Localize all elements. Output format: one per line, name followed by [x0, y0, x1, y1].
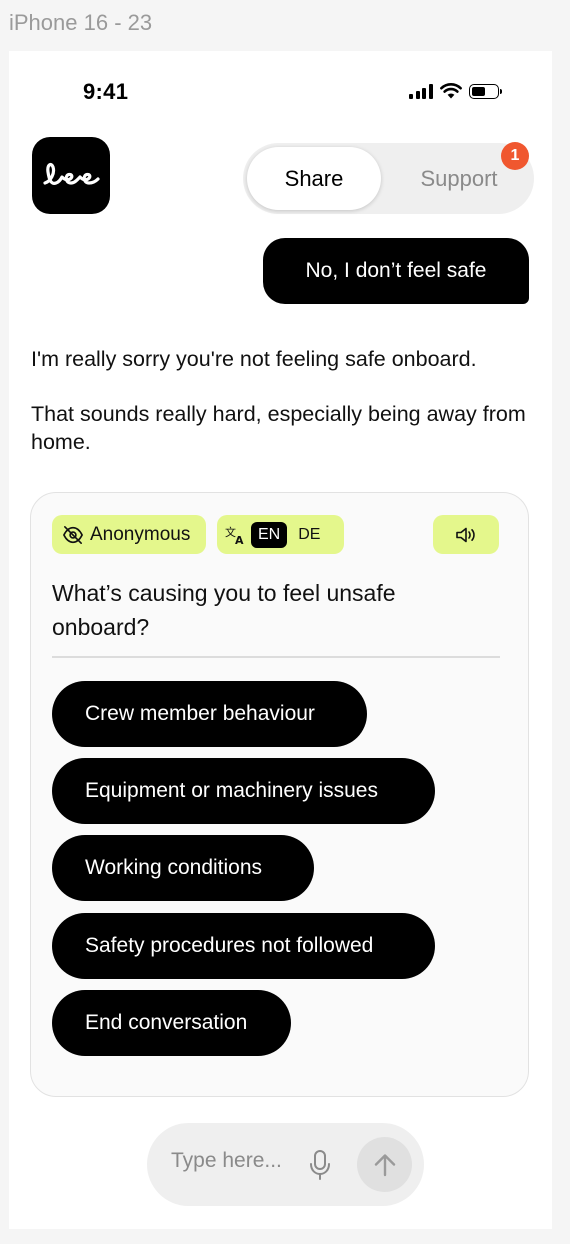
send-button[interactable]: [357, 1137, 412, 1192]
language-switcher: 文 A EN DE: [217, 515, 344, 554]
tab-switcher: Share Support 1: [243, 142, 534, 214]
message-input[interactable]: [171, 1149, 301, 1173]
question-card: Anonymous 文 A EN DE What’s causing you t…: [30, 492, 529, 1097]
bot-message: I'm really sorry you're not feeling safe…: [31, 347, 477, 371]
option-button[interactable]: Crew member behaviour: [52, 681, 367, 747]
battery-icon: [468, 83, 502, 99]
phone-screen: 9:41 Share Support 1 No, I don’t feel sa…: [9, 51, 552, 1229]
wifi-icon: [439, 83, 462, 99]
end-conversation-button[interactable]: End conversation: [52, 990, 291, 1056]
status-time: 9:41: [83, 79, 129, 104]
status-icons: [409, 83, 502, 99]
divider: [52, 656, 500, 658]
option-button[interactable]: Safety procedures not followed: [52, 913, 435, 979]
question-text: What’s causing you to feel unsafe onboar…: [52, 580, 396, 640]
bot-message: That sounds really hard, especially bein…: [31, 402, 526, 454]
arrow-up-icon: [374, 1153, 395, 1176]
svg-text:A: A: [235, 534, 244, 546]
language-de[interactable]: DE: [291, 522, 327, 548]
cellular-signal-icon: [409, 83, 433, 99]
anonymous-toggle[interactable]: Anonymous: [52, 515, 206, 554]
audio-button[interactable]: [433, 515, 499, 554]
frame-label: iPhone 16 - 23: [9, 10, 153, 35]
anonymous-label: Anonymous: [90, 523, 191, 545]
language-en[interactable]: EN: [251, 521, 288, 548]
option-button[interactable]: Equipment or machinery issues: [52, 758, 435, 824]
translate-icon: 文 A: [225, 525, 244, 546]
app-logo: [32, 137, 110, 214]
lee-logo-icon: [43, 162, 100, 185]
eye-off-icon: [62, 525, 84, 544]
speaker-icon: [456, 527, 475, 542]
tab-share[interactable]: Share: [247, 147, 381, 210]
notification-badge: 1: [501, 142, 529, 170]
message-composer: [147, 1123, 424, 1206]
microphone-icon[interactable]: [309, 1149, 331, 1181]
option-button[interactable]: Working conditions: [52, 835, 314, 901]
user-message-bubble: No, I don’t feel safe: [263, 238, 529, 304]
